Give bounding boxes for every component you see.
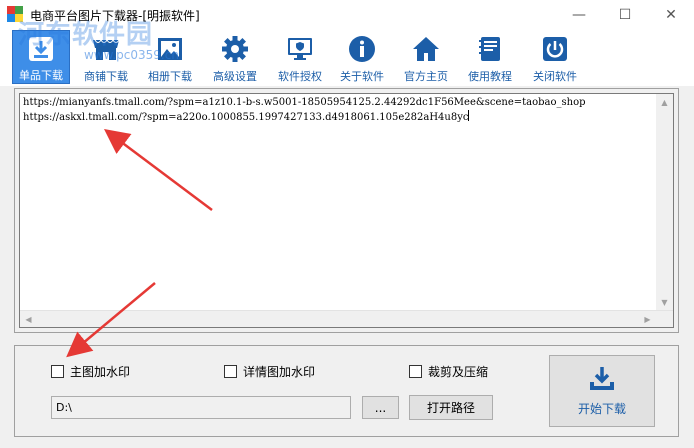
url-textarea[interactable]: https://mianyanfs.tmall.com/?spm=a1z10.1… [19, 93, 674, 328]
maximize-button[interactable]: ☐ [602, 0, 648, 30]
browse-button[interactable]: ... [362, 396, 399, 419]
checkbox-label: 裁剪及压缩 [428, 365, 489, 379]
start-download-label: 开始下载 [577, 402, 626, 416]
detail-watermark-checkbox[interactable]: 详情图加水印 [224, 363, 315, 380]
tool-label: 关闭软件 [533, 70, 577, 83]
scroll-up-icon[interactable]: ▲ [656, 94, 673, 111]
tool-label: 关于软件 [340, 70, 384, 83]
save-path-input[interactable]: D:\ [51, 396, 351, 419]
tool-about[interactable]: 关于软件 [334, 30, 390, 84]
checkbox-label: 主图加水印 [70, 365, 131, 379]
horizontal-scrollbar[interactable]: ◀ ▶ [20, 310, 673, 327]
minimize-button[interactable]: — [556, 0, 602, 30]
monitor-shield-icon [283, 32, 317, 66]
download-box-icon [24, 33, 58, 65]
tool-close-app[interactable]: 关闭软件 [526, 30, 584, 84]
tool-label: 单品下载 [19, 69, 63, 82]
tool-label: 高级设置 [213, 70, 257, 83]
picture-icon [153, 32, 187, 66]
tool-tutorial[interactable]: 使用教程 [462, 30, 518, 84]
download-tray-icon [587, 365, 617, 396]
tool-single-download[interactable]: 单品下载 [12, 30, 70, 84]
tool-label: 官方主页 [404, 70, 448, 83]
crop-compress-checkbox[interactable]: 裁剪及压缩 [409, 363, 488, 380]
url-line: https://askxl.tmall.com/?spm=a220o.10008… [23, 112, 469, 123]
app-logo-icon [7, 6, 23, 22]
checkbox-box[interactable] [224, 365, 237, 378]
info-icon [345, 32, 379, 66]
tool-homepage[interactable]: 官方主页 [398, 30, 454, 84]
gear-icon [218, 32, 252, 66]
title-bar[interactable]: 电商平台图片下载器-[明振软件] — ☐ ✕ [0, 0, 694, 30]
url-text: https://mianyanfs.tmall.com/?spm=a1z10.1… [23, 96, 658, 125]
start-download-button[interactable]: 开始下载 [549, 355, 655, 427]
main-watermark-checkbox[interactable]: 主图加水印 [51, 363, 130, 380]
home-icon [409, 32, 443, 66]
url-panel: https://mianyanfs.tmall.com/?spm=a1z10.1… [14, 88, 679, 333]
scroll-down-icon[interactable]: ▼ [656, 294, 673, 311]
url-line: https://mianyanfs.tmall.com/?spm=a1z10.1… [23, 97, 586, 108]
tool-shop-download[interactable]: 商铺下载 [78, 30, 134, 84]
tool-label: 商铺下载 [84, 70, 128, 83]
open-path-button[interactable]: 打开路径 [409, 395, 493, 420]
book-icon [473, 32, 507, 66]
checkbox-box[interactable] [51, 365, 64, 378]
tool-advanced-settings[interactable]: 高级设置 [206, 30, 264, 84]
tool-label: 使用教程 [468, 70, 512, 83]
tool-album-download[interactable]: 相册下载 [142, 30, 198, 84]
vertical-scrollbar[interactable]: ▲ ▼ [656, 94, 673, 311]
text-cursor [468, 110, 470, 121]
scroll-left-icon[interactable]: ◀ [20, 311, 37, 328]
tool-label: 相册下载 [148, 70, 192, 83]
power-icon [538, 32, 572, 66]
checkbox-box[interactable] [409, 365, 422, 378]
tool-label: 软件授权 [278, 70, 322, 83]
scroll-right-icon[interactable]: ▶ [639, 311, 656, 328]
toolbar: 单品下载 商铺下载 相册下载 高级设置 软件授权 关于软件 官方主页 使用教程 … [0, 30, 694, 86]
checkbox-label: 详情图加水印 [243, 365, 316, 379]
window-title: 电商平台图片下载器-[明振软件] [30, 9, 200, 23]
shop-icon [89, 32, 123, 66]
tool-license[interactable]: 软件授权 [272, 30, 328, 84]
close-button[interactable]: ✕ [648, 0, 694, 30]
options-panel: 主图加水印 详情图加水印 裁剪及压缩 D:\ ... 打开路径 开始下载 [14, 345, 679, 437]
